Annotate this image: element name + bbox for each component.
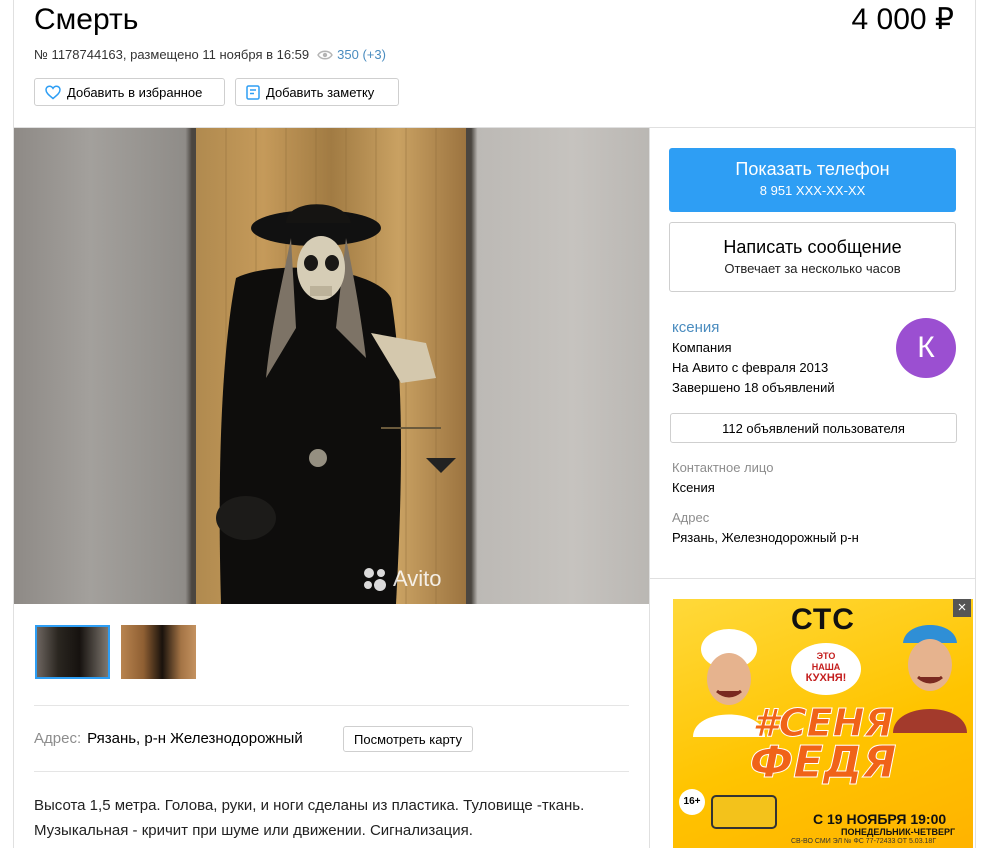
seller-completed: Завершено 18 объявлений bbox=[672, 380, 835, 395]
seller-type: Компания bbox=[672, 340, 732, 355]
contact-person-label: Контактное лицо bbox=[672, 460, 774, 475]
listing-id-date: № 1178744163, размещено 11 ноября в 16:5… bbox=[34, 47, 310, 62]
favorites-label: Добавить в избранное bbox=[67, 84, 203, 100]
phone-masked: 8 951 XXX-XX-XX bbox=[759, 183, 866, 198]
skeleton-figure bbox=[216, 128, 456, 604]
divider-top bbox=[34, 705, 629, 706]
seller-listings-label: 112 объявлений пользователя bbox=[722, 420, 905, 436]
add-to-favorites-button[interactable]: Добавить в избранное bbox=[34, 78, 225, 106]
contact-person: Контактное лицо Ксения bbox=[672, 458, 773, 498]
seller-since: На Авито с февраля 2013 bbox=[672, 360, 829, 375]
ad-legal: СВ-ВО СМИ ЭЛ № ФС 77-72433 ОТ 5.03.18Г bbox=[791, 838, 937, 845]
thumbnail-1[interactable] bbox=[35, 625, 110, 679]
add-note-button[interactable]: Добавить заметку bbox=[235, 78, 399, 106]
note-icon bbox=[246, 84, 260, 100]
address-row-label: Адрес: bbox=[34, 730, 82, 747]
views-count: 350 (+3) bbox=[337, 47, 386, 62]
thumbnail-2[interactable] bbox=[121, 625, 196, 679]
ad-slogan-line-3: КУХНЯ! bbox=[805, 672, 847, 684]
address-row: Адрес: Рязань, р-н Железнодорожный bbox=[34, 729, 303, 749]
show-phone-button[interactable]: Показать телефон 8 951 XXX-XX-XX bbox=[669, 148, 956, 212]
show-phone-label: Показать телефон bbox=[735, 159, 890, 179]
ad-show-line-2: ФЕДЯ bbox=[749, 737, 897, 788]
listing-title: Смерть bbox=[34, 3, 139, 36]
description-line-2: Музыкальная - кричит при шуме или движен… bbox=[34, 822, 473, 839]
contact-person-value: Ксения bbox=[672, 480, 715, 495]
ad-show-title: #СЕНЯ ФЕДЯ bbox=[743, 703, 903, 788]
seller-address-value: Рязань, Железнодорожный р-н bbox=[672, 530, 859, 545]
seller-listings-button[interactable]: 112 объявлений пользователя bbox=[670, 413, 957, 443]
ad-bus-graphic bbox=[711, 795, 777, 829]
eye-icon bbox=[317, 50, 333, 60]
listing-price: 4 000 ₽ bbox=[851, 3, 955, 36]
divider-bottom bbox=[34, 771, 629, 772]
photo-gallery[interactable]: Avito bbox=[14, 128, 649, 604]
ad-banner[interactable]: × СТС ЭТО НАША КУХНЯ! #СЕНЯ ФЕДЯ 16+ С 1… bbox=[673, 599, 973, 848]
ad-slogan-line-1: ЭТО bbox=[816, 651, 836, 661]
seller-address: Адрес Рязань, Железнодорожный р-н bbox=[672, 508, 859, 548]
heart-icon bbox=[45, 84, 61, 99]
response-time: Отвечает за несколько часов bbox=[724, 261, 901, 276]
description-line-1: Высота 1,5 метра. Голова, руки, и ноги с… bbox=[34, 797, 585, 814]
ad-brand: СТС bbox=[791, 603, 855, 636]
ad-age-rating: 16+ bbox=[679, 789, 705, 815]
seller-info: ксения Компания На Авито с февраля 2013 … bbox=[672, 318, 835, 398]
show-map-button[interactable]: Посмотреть карту bbox=[343, 726, 474, 752]
listing-meta: № 1178744163, размещено 11 ноября в 16:5… bbox=[34, 46, 386, 64]
ad-age-text: 16+ bbox=[683, 796, 701, 807]
ad-days: ПОНЕДЕЛЬНИК-ЧЕТВЕРГ bbox=[841, 827, 956, 837]
note-label: Добавить заметку bbox=[266, 84, 375, 100]
ad-date: С 19 НОЯБРЯ 19:00 bbox=[813, 811, 947, 827]
avatar[interactable]: К bbox=[896, 318, 956, 378]
seller-address-label: Адрес bbox=[672, 510, 710, 525]
main-photo[interactable] bbox=[196, 128, 466, 604]
ad-slogan: ЭТО НАША КУХНЯ! bbox=[791, 643, 861, 695]
sidebar-divider-horizontal bbox=[650, 578, 976, 579]
seller-name-link[interactable]: ксения bbox=[672, 318, 835, 338]
write-message-label: Написать сообщение bbox=[723, 237, 902, 257]
description: Высота 1,5 метра. Голова, руки, и ноги с… bbox=[34, 793, 584, 843]
write-message-button[interactable]: Написать сообщение Отвечает за несколько… bbox=[669, 222, 956, 292]
show-map-label: Посмотреть карту bbox=[354, 731, 463, 747]
address-row-value: Рязань, р-н Железнодорожный bbox=[87, 730, 303, 747]
avito-watermark: Avito bbox=[361, 566, 442, 592]
avatar-letter: К bbox=[917, 331, 935, 364]
avito-logo-icon bbox=[364, 568, 386, 591]
views-counter: 350 (+3) bbox=[317, 46, 386, 64]
sidebar-divider-vertical bbox=[649, 128, 650, 848]
avito-watermark-text: Avito bbox=[393, 566, 442, 591]
